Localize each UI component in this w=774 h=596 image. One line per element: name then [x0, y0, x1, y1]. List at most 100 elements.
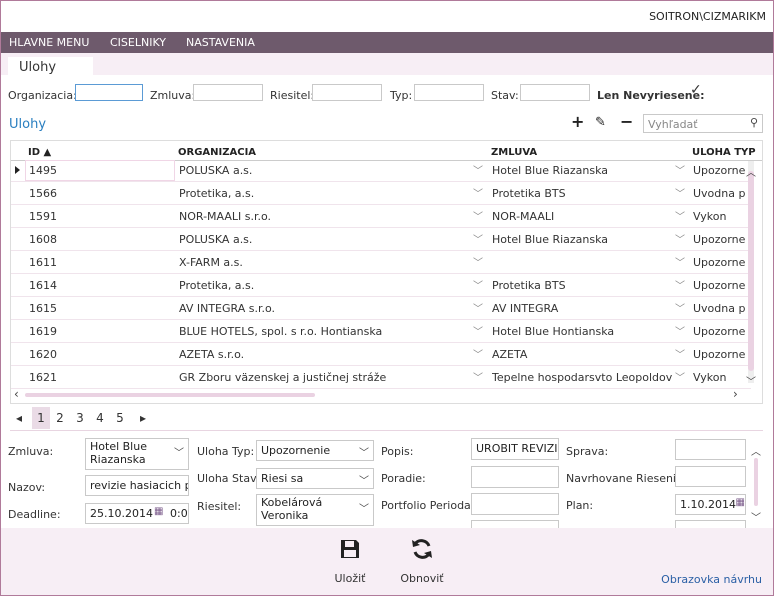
save-button[interactable]: Uložiť	[330, 538, 370, 585]
chevron-down-icon[interactable]: ﹀	[675, 300, 685, 315]
horizontal-scrollbar-thumb[interactable]	[25, 393, 315, 397]
col-header-zmluva[interactable]: ZMLUVA	[491, 147, 537, 158]
pager-page-5[interactable]: 5	[111, 407, 129, 429]
navrhovane-riesenie-input[interactable]	[675, 466, 746, 487]
portfolio-perioda-input[interactable]	[471, 493, 559, 515]
form-scroll-down-icon[interactable]: ﹀	[751, 509, 761, 524]
uloha-typ-select[interactable]: Upozornenie ﹀	[256, 440, 374, 461]
chevron-down-icon[interactable]: ﹀	[473, 346, 483, 361]
table-row[interactable]: 1566 Protetika, a.s. ﹀ Protetika BTS ﹀ Uvodna…	[11, 182, 751, 205]
deadline-label: Deadline:	[8, 508, 61, 521]
poradie-input[interactable]	[471, 466, 559, 488]
filter-riesitel-input[interactable]	[312, 84, 382, 101]
chevron-down-icon[interactable]: ﹀	[473, 254, 483, 269]
add-icon[interactable]: +	[571, 112, 584, 131]
pager-page-3[interactable]: 3	[71, 407, 89, 429]
filter-zmluva-input[interactable]	[193, 84, 263, 101]
chevron-down-icon: ﹀	[359, 504, 369, 515]
table-row[interactable]: 1614 Protetika, a.s. ﹀ Protetika BTS ﹀ Upozor…	[11, 274, 751, 297]
col-header-id[interactable]: ID ▲	[28, 147, 51, 158]
cell-uloha-typ: Upozornenie	[693, 256, 745, 269]
refresh-button[interactable]: Obnoviť	[398, 538, 446, 585]
riesitel-select[interactable]: Kobelárová Veronika ﹀	[256, 494, 374, 526]
chevron-down-icon[interactable]: ﹀	[675, 231, 685, 246]
deadline-input[interactable]: 25.10.2014▦0:00	[85, 503, 189, 524]
cell-id: 1620	[29, 348, 57, 361]
cell-uloha-typ: Uvodna prav	[693, 187, 745, 200]
chevron-down-icon[interactable]: ﹀	[675, 254, 685, 269]
col-header-organizacia[interactable]: ORGANIZACIA	[178, 147, 256, 158]
tab-ulohy[interactable]: Ulohy	[8, 57, 93, 79]
chevron-down-icon: ﹀	[359, 475, 369, 487]
popis-label: Popis:	[381, 445, 414, 458]
pager-page-1[interactable]: 1	[32, 407, 50, 429]
chevron-down-icon[interactable]: ﹀	[473, 277, 483, 292]
chevron-down-icon[interactable]: ﹀	[473, 369, 483, 384]
search-icon[interactable]: ⚲	[750, 116, 758, 129]
chevron-down-icon[interactable]: ﹀	[675, 185, 685, 200]
scroll-right-icon[interactable]: ›	[733, 387, 738, 401]
chevron-down-icon[interactable]: ﹀	[675, 369, 685, 384]
table-row[interactable]: 1615 AV INTEGRA s.r.o. ﹀ AV INTEGRA ﹀ Uvodna …	[11, 297, 751, 320]
chevron-down-icon[interactable]: ﹀	[675, 346, 685, 361]
pager-page-4[interactable]: 4	[91, 407, 109, 429]
chevron-down-icon[interactable]: ﹀	[675, 323, 685, 338]
form-scrollbar-thumb[interactable]	[754, 458, 758, 506]
cell-zmluva: AV INTEGRA	[492, 302, 559, 315]
nazov-input[interactable]: revizie hasiacich prís	[85, 475, 189, 496]
table-row[interactable]: 1608 POLUSKA a.s. ﹀ Hotel Blue Riazanska ﹀ Up…	[11, 228, 751, 251]
calendar-icon: ▦	[735, 497, 745, 508]
table-row[interactable]: 1591 NOR-MAALI s.r.o. ﹀ NOR-MAALI ﹀ Vykon	[11, 205, 751, 228]
table-row[interactable]: 1621 GR Zboru väzenskej a justičnej stráž…	[11, 366, 751, 389]
chevron-down-icon[interactable]: ﹀	[473, 323, 483, 338]
filter-organizacia-input[interactable]	[75, 84, 143, 101]
cell-organizacia: POLUSKA a.s.	[179, 233, 253, 246]
search-input[interactable]: Vyhľadať ⚲	[643, 114, 763, 133]
cell-organizacia: AZETA s.r.o.	[179, 348, 245, 361]
cell-zmluva: AZETA	[492, 348, 528, 361]
cell-uloha-typ: Uvodna prav	[693, 302, 745, 315]
chevron-down-icon[interactable]: ﹀	[473, 208, 483, 223]
sprava-input[interactable]	[675, 439, 746, 460]
zmluva-select[interactable]: Hotel Blue Riazanska ﹀	[85, 438, 189, 470]
filter-typ-input[interactable]	[414, 84, 484, 101]
scroll-left-icon[interactable]: ‹	[14, 387, 19, 401]
edit-icon[interactable]: ✎	[595, 115, 606, 130]
chevron-down-icon[interactable]: ﹀	[675, 162, 685, 177]
col-header-uloha-typ[interactable]: ULOHA TYP	[692, 147, 756, 158]
vertical-scrollbar-thumb[interactable]	[748, 171, 754, 371]
chevron-down-icon[interactable]: ﹀	[473, 162, 483, 177]
cell-zmluva: Protetika BTS	[492, 279, 566, 292]
chevron-down-icon[interactable]: ﹀	[473, 231, 483, 246]
menu-hlavne-menu[interactable]: HLAVNE MENU	[9, 36, 89, 49]
table-row[interactable]: 1495 POLUSKA a.s. ﹀ Hotel Blue Riazanska ﹀ Up…	[11, 159, 751, 182]
pager-page-2[interactable]: 2	[51, 407, 69, 429]
pager-prev-icon[interactable]: ◂	[10, 407, 28, 429]
scroll-up-icon[interactable]: ︿	[746, 164, 756, 179]
filter-nevyriesene-checkbox[interactable]: ✓	[690, 82, 702, 98]
popis-input[interactable]: UROBIT REVIZIE	[471, 438, 559, 460]
table-row[interactable]: 1620 AZETA s.r.o. ﹀ AZETA ﹀ Upozornenie	[11, 343, 751, 366]
main-menu-bar: HLAVNE MENU CISELNIKY NASTAVENIA	[1, 32, 773, 53]
chevron-down-icon[interactable]: ﹀	[473, 300, 483, 315]
chevron-down-icon[interactable]: ﹀	[473, 185, 483, 200]
uloha-stav-select[interactable]: Riesi sa ﹀	[256, 468, 374, 489]
form-scroll-up-icon[interactable]: ︿	[751, 443, 761, 458]
plan-input[interactable]: 1.10.2014 ▦	[675, 494, 746, 515]
chevron-down-icon[interactable]: ﹀	[675, 208, 685, 223]
pager-next-icon[interactable]: ▸	[134, 407, 152, 429]
table-row[interactable]: 1619 BLUE HOTELS, spol. s r.o. Hontianska…	[11, 320, 751, 343]
chevron-down-icon[interactable]: ﹀	[675, 277, 685, 292]
menu-ciselniky[interactable]: CISELNIKY	[110, 36, 166, 49]
filter-stav-input[interactable]	[520, 84, 590, 101]
table-row[interactable]: 1611 X-FARM a.s. ﹀ ﹀ Upozornenie	[11, 251, 751, 274]
cell-organizacia: BLUE HOTELS, spol. s r.o. Hontianska	[179, 325, 383, 338]
menu-nastavenia[interactable]: NASTAVENIA	[186, 36, 255, 49]
design-screen-link[interactable]: Obrazovka návrhu	[661, 573, 762, 586]
next-field-input[interactable]	[471, 520, 559, 528]
cell-organizacia: AV INTEGRA s.r.o.	[179, 302, 275, 315]
remove-icon[interactable]: −	[620, 112, 633, 131]
scroll-down-icon[interactable]: ﹀	[746, 373, 756, 388]
next-field-input[interactable]	[675, 520, 746, 528]
cell-id: 1566	[29, 187, 57, 200]
